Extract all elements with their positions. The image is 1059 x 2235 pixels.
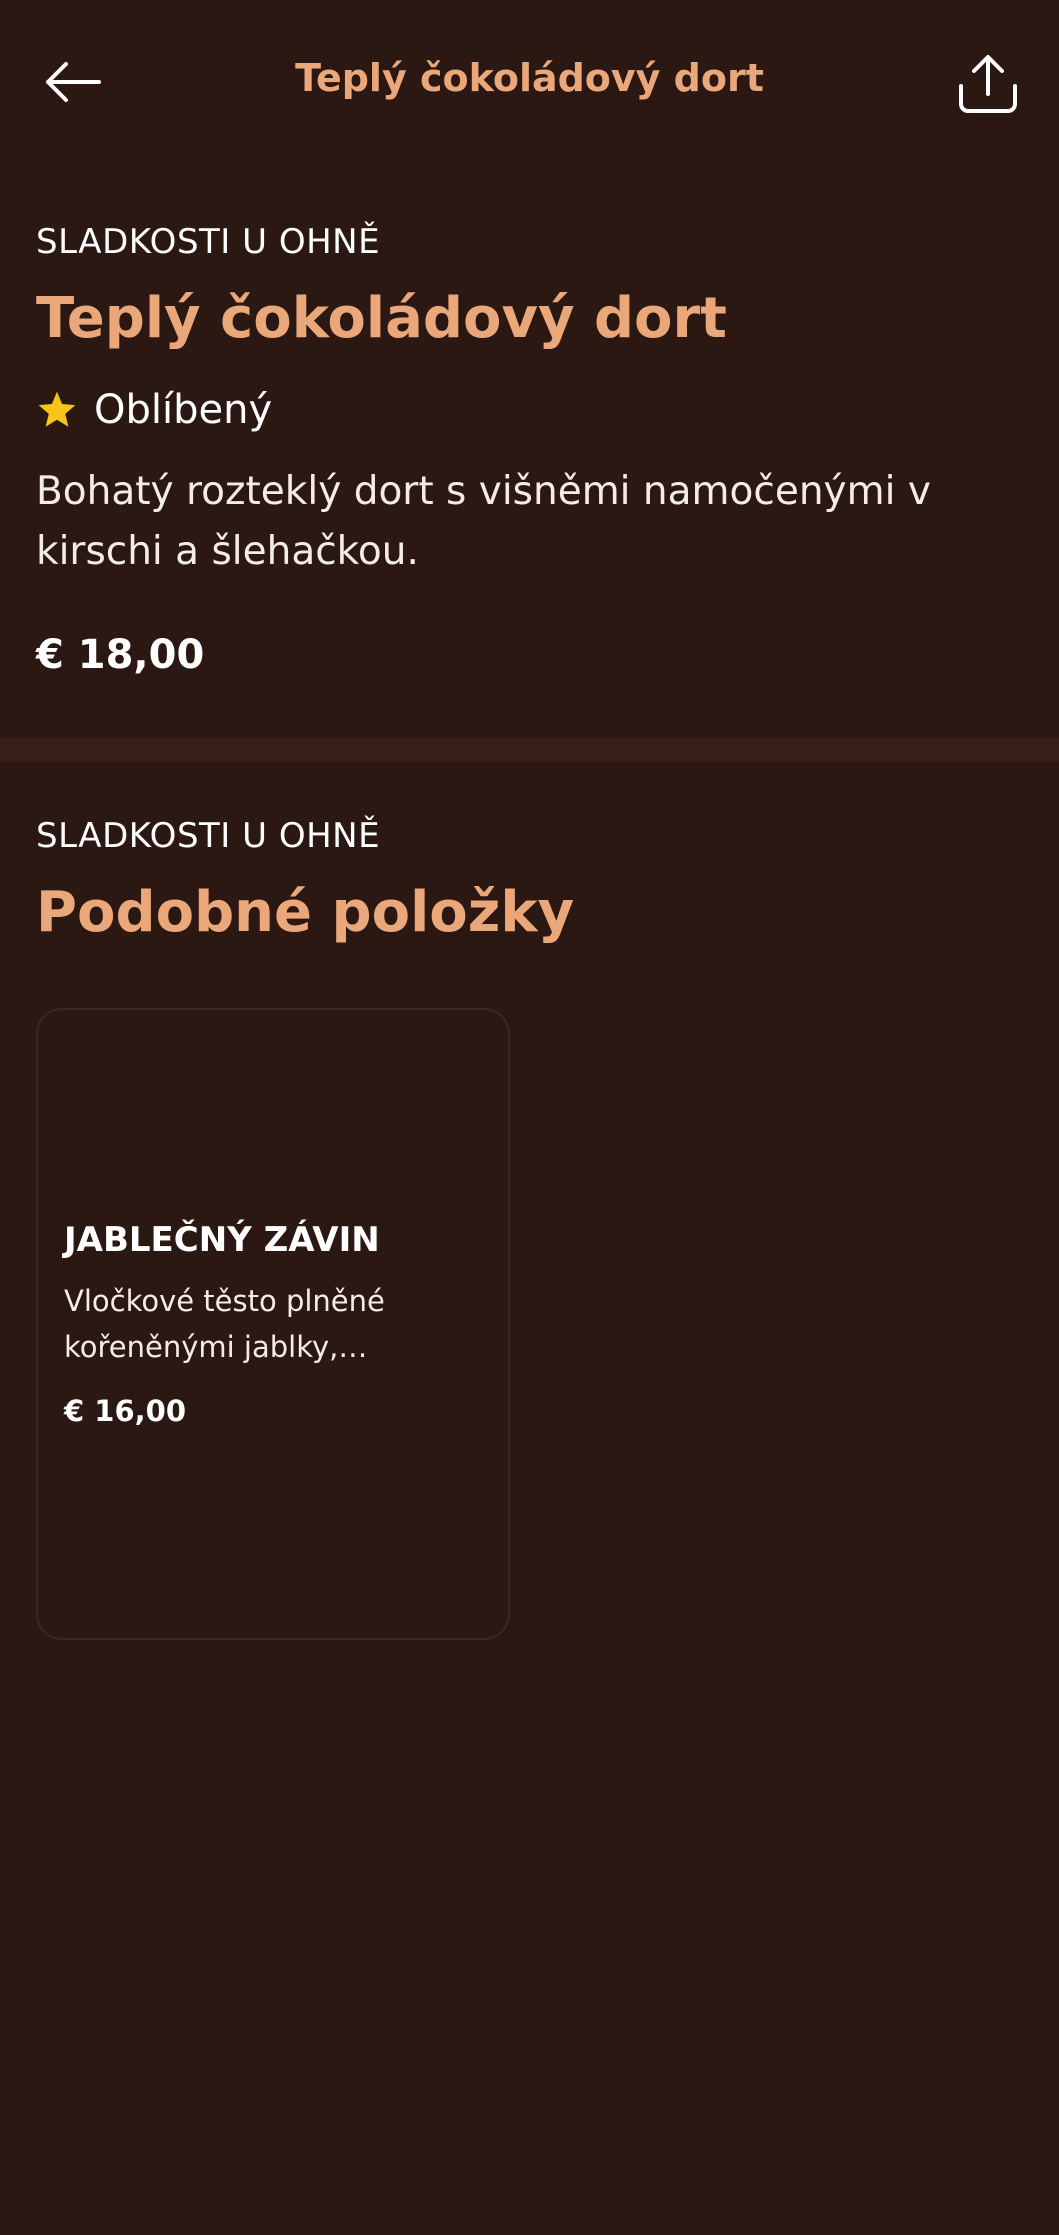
- back-button[interactable]: [36, 52, 108, 112]
- section-divider: [0, 738, 1059, 762]
- share-button[interactable]: [948, 44, 1028, 124]
- similar-item-description: Vločkové těsto plněné kořeněnými jablky,…: [64, 1284, 385, 1364]
- item-title: Teplý čokoládový dort: [36, 286, 727, 351]
- star-icon: [38, 391, 76, 427]
- similar-item-card[interactable]: JABLEČNÝ ZÁVIN Vločkové těsto plněné koř…: [36, 1008, 510, 1640]
- item-category: SLADKOSTI U OHNĚ: [36, 222, 381, 262]
- share-icon: [959, 55, 1017, 113]
- similar-category: SLADKOSTI U OHNĚ: [36, 816, 381, 856]
- similar-item-name: JABLEČNÝ ZÁVIN: [64, 1220, 380, 1260]
- header-title: Teplý čokoládový dort: [295, 56, 764, 100]
- item-description: Bohatý rozteklý dort s višněmi namočeným…: [36, 469, 931, 574]
- item-price: € 18,00: [36, 632, 205, 678]
- similar-title: Podobné položky: [36, 880, 575, 945]
- similar-item-price: € 16,00: [64, 1394, 187, 1428]
- app-header: Teplý čokoládový dort: [0, 0, 1059, 170]
- favorite-label: Oblíbený: [94, 387, 273, 433]
- favorite-badge: Oblíbený: [36, 382, 272, 438]
- arrow-left-icon: [46, 62, 101, 102]
